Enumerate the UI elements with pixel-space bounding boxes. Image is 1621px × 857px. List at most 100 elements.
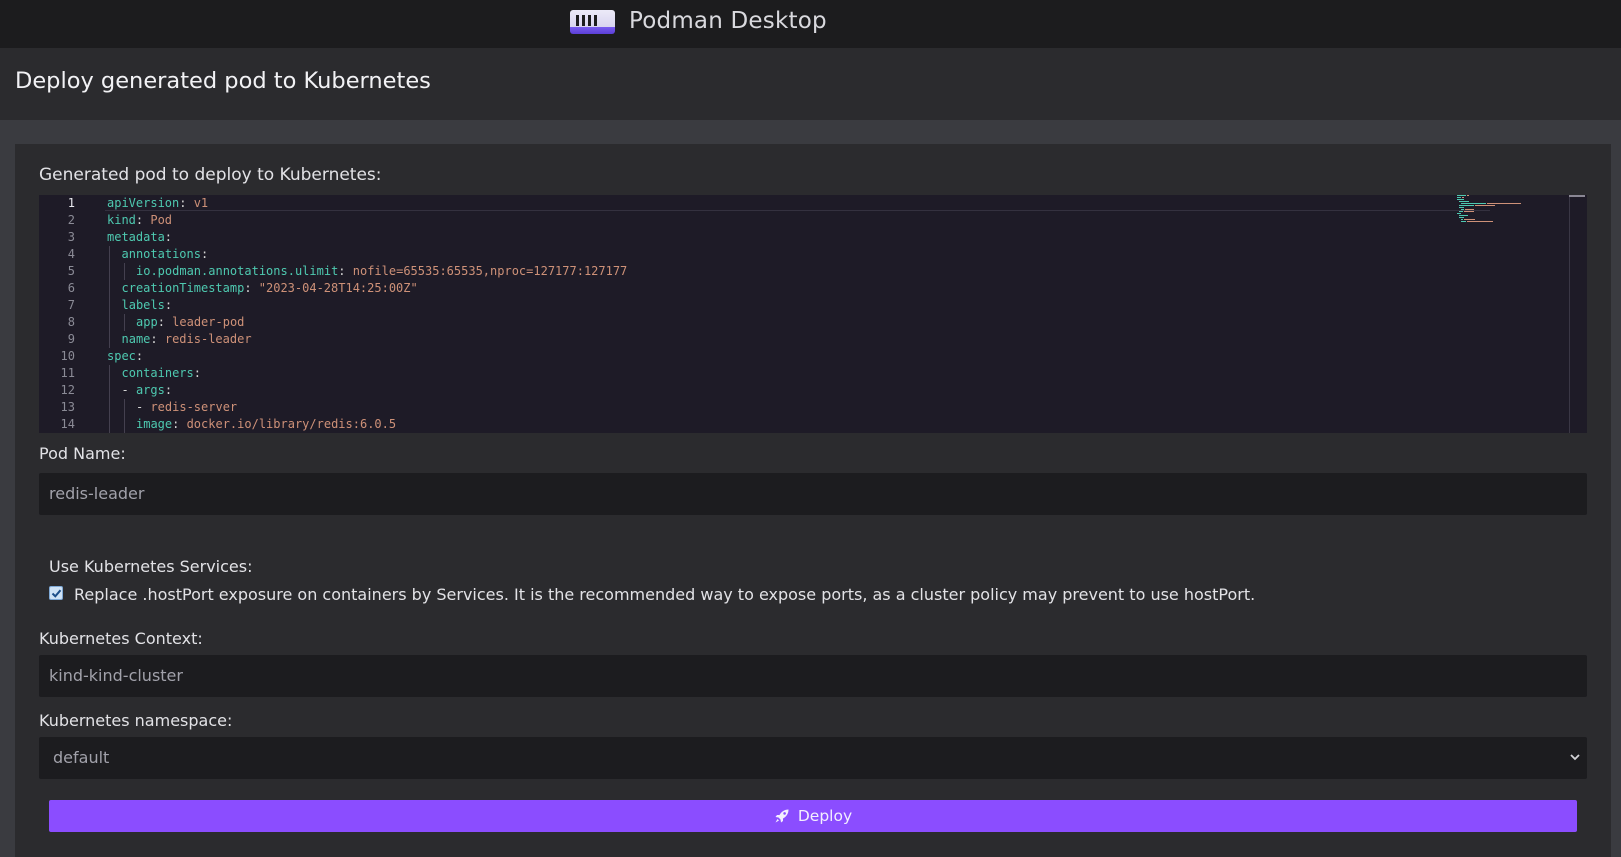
code-text: apiVersion: v1 [107,196,209,210]
editor-line[interactable]: 12 - args: [39,382,1449,399]
code-text: io.podman.annotations.ulimit: nofile=655… [136,264,628,278]
namespace-select[interactable]: default [39,737,1587,779]
editor-line[interactable]: 7 labels: [39,297,1449,314]
editor-scrollbar[interactable] [1569,195,1570,433]
context-label: Kubernetes Context: [39,629,203,648]
minimap-token [1459,207,1465,208]
indent-guide [109,331,110,348]
deploy-button-label: Deploy [797,807,853,825]
editor-line[interactable]: 13 - redis-server [39,399,1449,416]
minimap-token [1461,209,1464,210]
use-services-checkbox-label[interactable]: Replace .hostPort exposure on containers… [74,585,1255,604]
pod-name-input[interactable]: redis-leader [39,473,1587,515]
editor-line[interactable]: 2 kind: Pod [39,212,1449,229]
editor-minimap[interactable] [1457,195,1557,255]
minimap-token [1459,215,1468,216]
line-number: 4 [67,247,75,261]
minimap-token [1463,211,1475,212]
pod-name-label: Pod Name: [39,444,126,463]
line-number: 5 [67,264,75,278]
code-text: name: redis-leader [121,332,252,346]
code-text: spec: [107,349,144,363]
indent-guide [123,314,125,331]
editor-line[interactable]: 1 apiVersion: v1 [39,195,1449,212]
indent-guide [109,399,110,416]
minimap-token [1459,211,1463,212]
indent-guide [123,416,125,433]
namespace-selected-value: default [53,748,110,767]
editor-line[interactable]: 8 app: leader-pod [39,314,1449,331]
code-text: app: leader-pod [136,315,245,329]
editor-label: Generated pod to deploy to Kubernetes: [39,165,382,185]
use-services-checkbox[interactable] [49,586,63,600]
editor-line[interactable]: 3 metadata: [39,229,1449,246]
line-number: 8 [67,315,75,329]
editor-line[interactable]: 10 spec: [39,348,1449,365]
editor-scrollbar-thumb[interactable] [1569,195,1585,197]
line-number: 9 [67,332,75,346]
code-text: - redis-server [136,400,238,414]
yaml-editor[interactable]: 1 apiVersion: v1 2 kind: Pod 3 metadata: 4 anno… [39,195,1587,433]
indent-guide [109,246,110,263]
line-number: 7 [67,298,75,312]
indent-guide [109,263,110,280]
app-title: Podman Desktop [629,8,827,34]
editor-line[interactable]: 9 name: redis-leader [39,331,1449,348]
line-number: 3 [67,230,75,244]
deploy-button[interactable]: Deploy [49,800,1577,832]
code-text: labels: [121,298,173,312]
minimap-token [1475,205,1496,206]
code-text: kind: Pod [107,213,173,227]
chevron-down-icon [1570,754,1580,761]
page-header: Deploy generated pod to Kubernetes [0,48,1621,120]
podman-logo-icon [570,10,615,34]
minimap-token [1467,195,1469,196]
editor-line[interactable]: 4 annotations: [39,246,1449,263]
editor-line[interactable]: 5 io.podman.annotations.ulimit: nofile=65… [39,263,1449,280]
checkmark-icon [51,589,62,598]
code-text: containers: [121,366,201,380]
line-number: 11 [60,366,75,380]
line-number: 12 [60,383,75,397]
line-number: 2 [67,213,75,227]
code-text: - args: [121,383,173,397]
indent-guide [123,263,125,280]
indent-guide [123,399,125,416]
line-number: 14 [60,417,75,431]
editor-line[interactable]: 6 creationTimestamp: "2023-04-28T14:25:00… [39,280,1449,297]
minimap-token [1459,201,1469,202]
minimap-token [1461,203,1487,204]
line-number: 13 [60,400,75,414]
indent-guide [109,382,110,399]
minimap-token [1487,203,1522,204]
kubernetes-context-input[interactable]: kind-kind-cluster [39,655,1587,697]
minimap-token [1459,205,1475,206]
editor-line[interactable]: 14 image: docker.io/library/redis:6.0.5 [39,416,1449,433]
line-number: 6 [67,281,75,295]
minimap-token [1461,219,1463,220]
editor-line[interactable]: 11 containers: [39,365,1449,382]
indent-guide [109,297,110,314]
minimap-token [1457,197,1461,198]
indent-guide [109,314,110,331]
services-label: Use Kubernetes Services: [49,557,253,576]
minimap-token [1464,209,1474,210]
code-text: metadata: [107,230,173,244]
code-text: annotations: [121,247,209,261]
indent-guide [109,416,110,433]
minimap-token [1461,197,1465,198]
code-text: creationTimestamp: "2023-04-28T14:25:00Z… [121,281,418,295]
indent-guide [109,280,110,297]
minimap-token [1466,221,1493,222]
rocket-icon [775,809,789,823]
title-bar: Podman Desktop [0,0,1621,48]
indent-guide [109,365,110,382]
line-number: 1 [67,196,75,210]
code-text: image: docker.io/library/redis:6.0.5 [136,417,397,431]
minimap-token [1457,195,1466,196]
namespace-label: Kubernetes namespace: [39,711,233,730]
page-title: Deploy generated pod to Kubernetes [15,68,431,94]
minimap-token [1459,217,1465,218]
minimap-token [1457,213,1461,214]
line-number: 10 [60,349,75,363]
